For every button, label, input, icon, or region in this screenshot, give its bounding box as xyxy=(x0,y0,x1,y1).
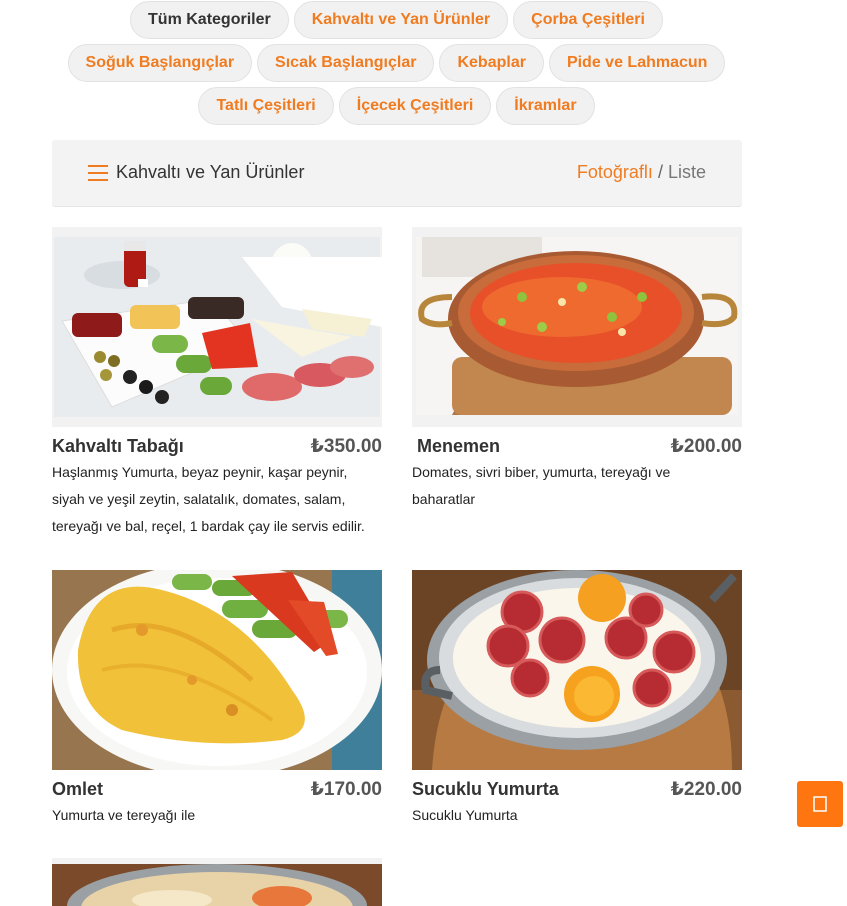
view-separator: / xyxy=(657,162,663,182)
category-nav: Tüm Kategoriler Kahvaltı ve Yan Ürünler … xyxy=(0,0,793,130)
product-image[interactable] xyxy=(52,570,382,770)
category-row: Tatlı Çeşitleri İçecek Çeşitleri İkramla… xyxy=(0,87,793,125)
product-description: Domates, sivri biber, yumurta, tereyağı … xyxy=(412,464,671,507)
product-name: Menemen xyxy=(417,436,501,456)
section-header: Kahvaltı ve Yan Ürünler Fotoğraflı / Lis… xyxy=(52,140,742,207)
category-row: Soğuk Başlangıçlar Sıcak Başlangıçlar Ke… xyxy=(0,44,793,82)
scroll-to-top-icon xyxy=(813,796,827,812)
product-price: ₺170.00 xyxy=(310,779,382,800)
section-title: Kahvaltı ve Yan Ürünler xyxy=(116,162,305,182)
category-kebabs[interactable]: Kebaplar xyxy=(439,44,544,82)
category-pide[interactable]: Pide ve Lahmacun xyxy=(548,44,726,82)
category-hot-starters[interactable]: Sıcak Başlangıçlar xyxy=(257,44,435,82)
product-description: Yumurta ve tereyağı ile xyxy=(52,807,196,823)
scroll-to-top-button[interactable] xyxy=(797,781,843,827)
product-card[interactable]: Sucuklu Yumurta ₺220.00 Sucuklu Yumurta xyxy=(412,570,742,823)
product-price: ₺200.00 xyxy=(670,436,742,457)
category-drinks[interactable]: İçecek Çeşitleri xyxy=(338,87,492,125)
product-card[interactable]: Kahvaltı Tabağı ₺350.00 Haşlanmış Yumurt… xyxy=(52,227,382,534)
category-breakfast[interactable]: Kahvaltı ve Yan Ürünler xyxy=(293,1,509,39)
category-cold-starters[interactable]: Soğuk Başlangıçlar xyxy=(67,44,253,82)
product-image[interactable] xyxy=(412,227,742,427)
view-toggle: Fotoğraflı / Liste xyxy=(577,162,706,183)
category-all[interactable]: Tüm Kategoriler xyxy=(130,1,289,39)
product-name: Sucuklu Yumurta xyxy=(412,779,559,799)
product-image[interactable] xyxy=(52,858,382,906)
category-treats[interactable]: İkramlar xyxy=(496,87,595,125)
product-card[interactable]: Omlet ₺170.00 Yumurta ve tereyağı ile xyxy=(52,570,382,823)
category-soups[interactable]: Çorba Çeşitleri xyxy=(513,1,663,39)
view-photo-link[interactable]: Fotoğraflı xyxy=(577,162,653,182)
product-name: Kahvaltı Tabağı xyxy=(52,436,184,456)
product-price: ₺220.00 xyxy=(670,779,742,800)
category-row: Tüm Kategoriler Kahvaltı ve Yan Ürünler … xyxy=(0,1,793,39)
product-name: Omlet xyxy=(52,779,104,799)
product-price: ₺350.00 xyxy=(310,436,382,457)
hamburger-menu-icon[interactable] xyxy=(88,165,108,181)
product-description: Sucuklu Yumurta xyxy=(412,807,518,823)
product-description: Haşlanmış Yumurta, beyaz peynir, kaşar p… xyxy=(52,464,365,534)
view-list-link[interactable]: Liste xyxy=(668,162,706,182)
product-card[interactable] xyxy=(52,858,382,906)
product-card[interactable]: Menemen ₺200.00 Domates, sivri biber, yu… xyxy=(412,227,742,507)
product-image[interactable] xyxy=(412,570,742,770)
product-image[interactable] xyxy=(52,227,382,427)
category-desserts[interactable]: Tatlı Çeşitleri xyxy=(198,87,334,125)
